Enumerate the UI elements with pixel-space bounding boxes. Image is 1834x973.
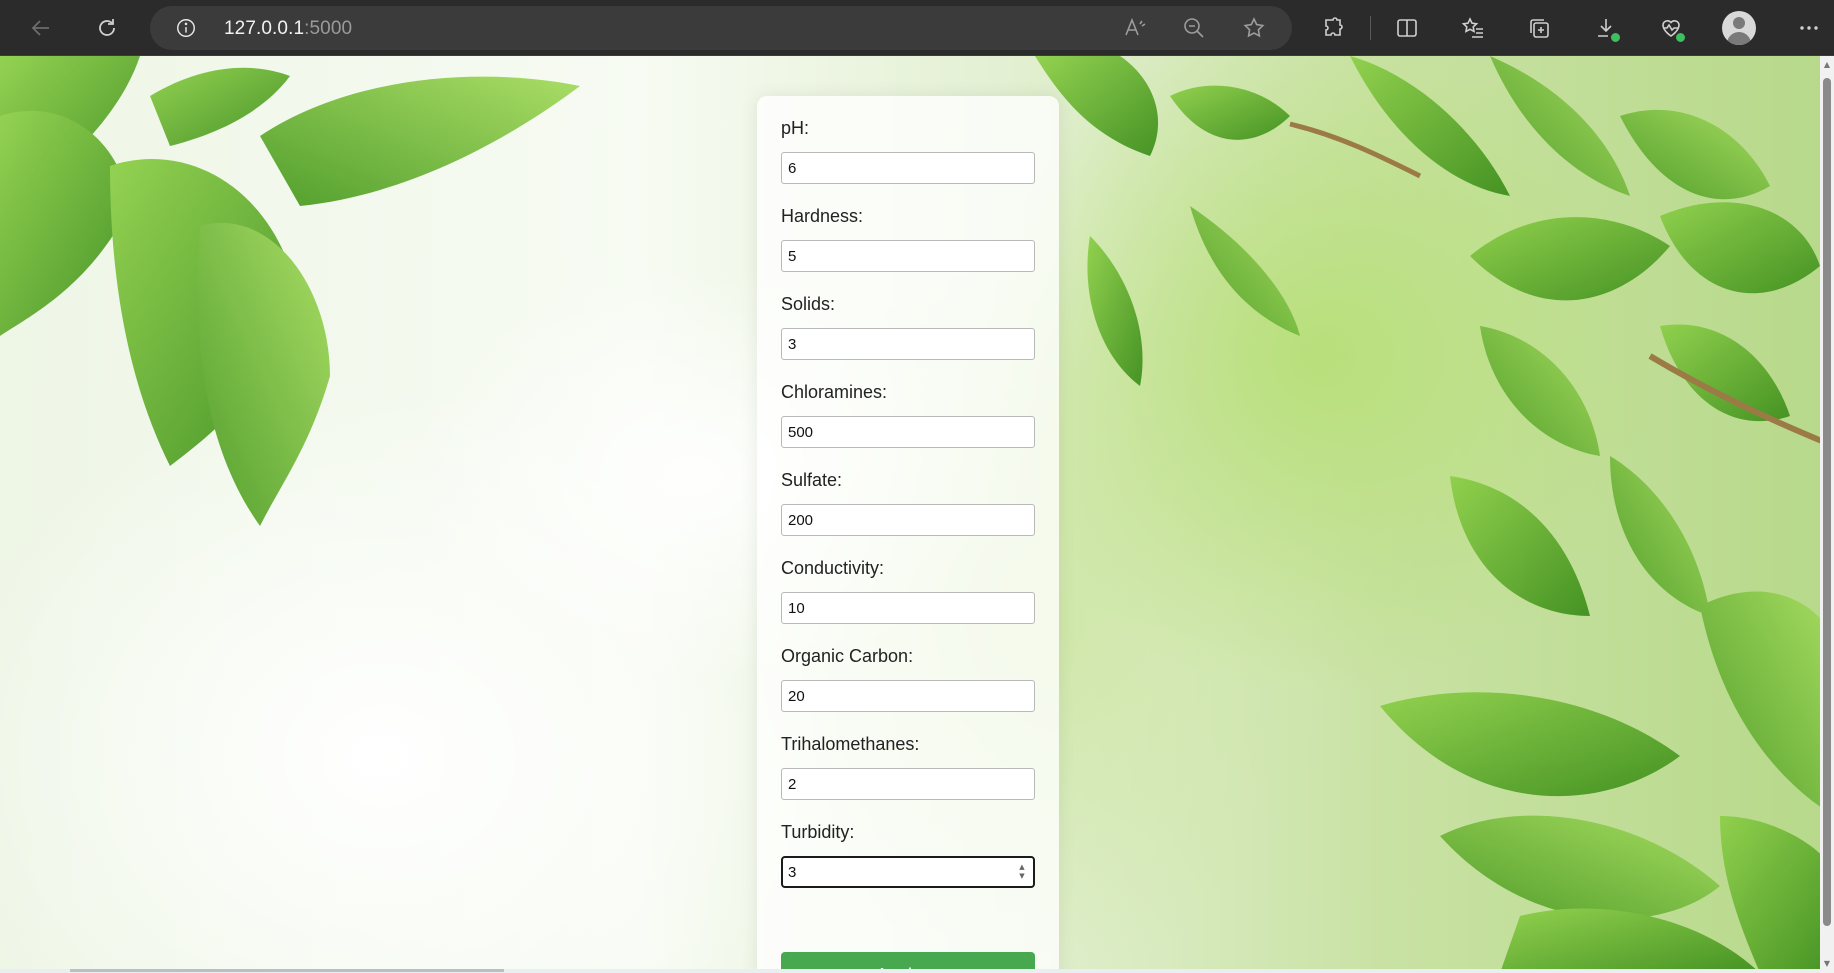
zoom-out-icon[interactable]	[1181, 15, 1207, 41]
field-chloramines: Chloramines:	[781, 380, 1035, 448]
avatar-body	[1727, 32, 1751, 45]
puzzle-icon[interactable]	[1314, 9, 1352, 47]
field-label-solids: Solids:	[781, 294, 836, 314]
field-turbidity: Turbidity: ▲▼	[781, 820, 1035, 888]
vertical-scroll-thumb[interactable]	[1823, 78, 1831, 926]
trihalomethanes-input[interactable]	[781, 768, 1035, 800]
conductivity-input[interactable]	[781, 592, 1035, 624]
star-icon[interactable]	[1241, 15, 1267, 41]
field-label-conductivity: Conductivity:	[781, 558, 885, 578]
field-label-turbidity: Turbidity:	[781, 822, 855, 842]
back-arrow-icon[interactable]	[22, 9, 60, 47]
browser-window: 127.0.0.1:5000 pH: 6 Hardness: 5 Solids:…	[0, 0, 1834, 973]
sulfate-input[interactable]	[781, 504, 1035, 536]
more-menu-icon[interactable]	[1790, 9, 1828, 47]
essentials-status-dot	[1675, 32, 1686, 43]
scroll-up-arrow-icon[interactable]: ▲	[1822, 60, 1832, 70]
toolbar-separator	[1370, 16, 1371, 40]
field-conductivity: Conductivity:	[781, 556, 1035, 624]
favorites-list-icon[interactable]	[1454, 9, 1492, 47]
heart-pulse-icon[interactable]	[1652, 9, 1690, 47]
field-label-sulfate: Sulfate:	[781, 470, 843, 490]
organic-carbon-input[interactable]	[781, 680, 1035, 712]
info-icon[interactable]	[174, 16, 198, 40]
scroll-down-arrow-icon[interactable]: ▼	[1822, 959, 1832, 969]
hardness-input[interactable]	[781, 240, 1035, 272]
field-label-hardness: Hardness:	[781, 206, 864, 226]
turbidity-input[interactable]	[781, 856, 1035, 888]
horizontal-scrollbar[interactable]	[0, 969, 1820, 973]
chloramines-input[interactable]	[781, 416, 1035, 448]
analysis-form-card: pH: Hardness: Solids: Chloramines: Sulfa…	[757, 96, 1059, 973]
page-viewport: pH: Hardness: Solids: Chloramines: Sulfa…	[0, 56, 1834, 973]
read-aloud-icon[interactable]	[1122, 15, 1148, 41]
field-organic-carbon: Organic Carbon:	[781, 644, 1035, 712]
number-spinner-icon[interactable]: ▲ ▼	[1017, 863, 1027, 881]
field-ph: pH:	[781, 116, 1035, 184]
field-label-organic-carbon: Organic Carbon:	[781, 646, 914, 666]
avatar-head	[1733, 17, 1745, 29]
ph-input[interactable]	[781, 152, 1035, 184]
solids-input[interactable]	[781, 328, 1035, 360]
refresh-icon[interactable]	[88, 9, 126, 47]
profile-avatar-icon[interactable]	[1722, 11, 1756, 45]
url-text[interactable]: 127.0.0.1:5000	[224, 18, 352, 40]
vertical-scrollbar[interactable]: ▲ ▼	[1820, 56, 1834, 973]
horizontal-scroll-thumb[interactable]	[70, 969, 504, 972]
address-bar[interactable]: 127.0.0.1:5000	[150, 6, 1292, 50]
url-host: 127.0.0.1	[224, 18, 305, 39]
download-icon[interactable]	[1587, 9, 1625, 47]
url-port: :5000	[304, 18, 353, 39]
field-sulfate: Sulfate:	[781, 468, 1035, 536]
browser-toolbar: 127.0.0.1:5000	[0, 0, 1834, 56]
field-label-ph: pH:	[781, 118, 810, 138]
field-label-chloramines: Chloramines:	[781, 382, 888, 402]
field-label-trihalomethanes: Trihalomethanes:	[781, 734, 920, 754]
download-status-dot	[1610, 32, 1621, 43]
collections-icon[interactable]	[1520, 9, 1558, 47]
field-solids: Solids:	[781, 292, 1035, 360]
split-screen-icon[interactable]	[1388, 9, 1426, 47]
field-hardness: Hardness:	[781, 204, 1035, 272]
field-trihalomethanes: Trihalomethanes:	[781, 732, 1035, 800]
